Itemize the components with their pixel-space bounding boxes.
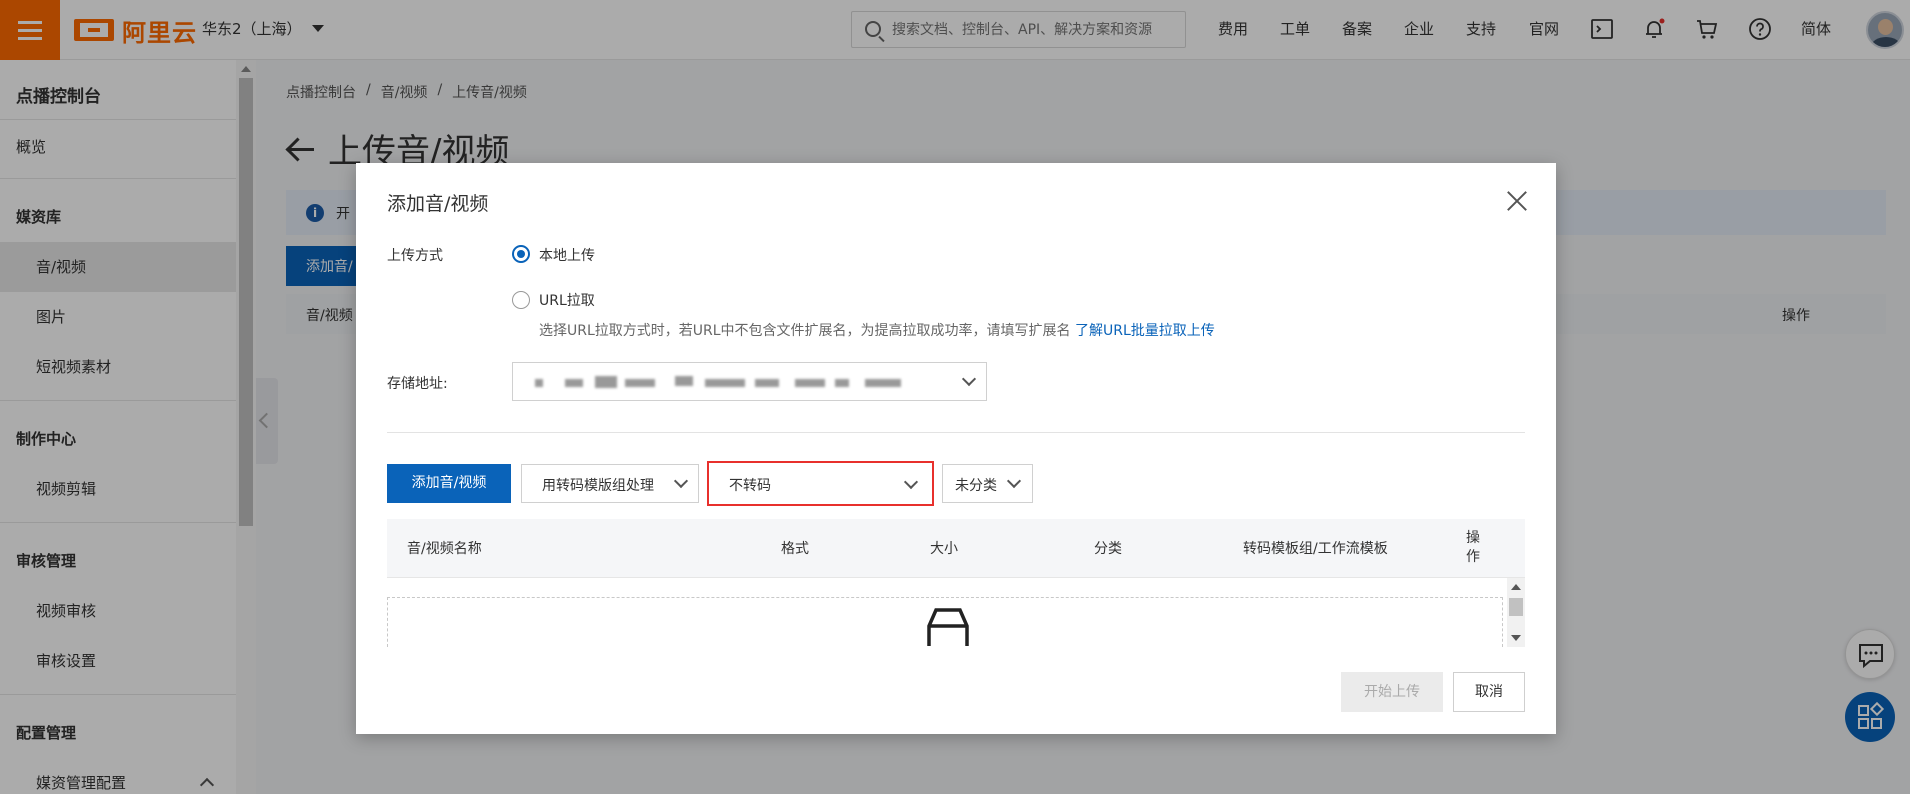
radio-url-pull[interactable]	[512, 291, 530, 309]
upload-tray-icon	[927, 608, 969, 646]
col-format: 格式	[781, 541, 809, 557]
url-batch-link[interactable]: 了解URL批量拉取上传	[1075, 323, 1215, 339]
scroll-down-icon[interactable]	[1511, 635, 1521, 641]
add-media-button[interactable]: 添加音/视频	[387, 464, 511, 503]
transcode-mode-value: 用转码模版组处理	[542, 478, 654, 494]
scroll-up-icon[interactable]	[1511, 584, 1521, 590]
close-icon[interactable]	[1505, 189, 1529, 213]
cancel-button[interactable]: 取消	[1453, 672, 1525, 712]
storage-select[interactable]	[512, 362, 987, 401]
url-hint: 选择URL拉取方式时，若URL中不包含文件扩展名，为提高拉取成功率，请填写扩展名…	[539, 320, 1215, 340]
url-hint-text: 选择URL拉取方式时，若URL中不包含文件扩展名，为提高拉取成功率，请填写扩展名	[539, 323, 1071, 339]
table-scrollbar[interactable]	[1507, 578, 1525, 647]
chevron-down-icon	[961, 371, 977, 387]
upload-dialog: 添加音/视频 上传方式 本地上传 URL拉取 选择URL拉取方式时，若URL中不…	[356, 163, 1556, 734]
dialog-title: 添加音/视频	[387, 193, 489, 215]
scroll-thumb[interactable]	[1509, 598, 1523, 616]
radio-url-pull-label[interactable]: URL拉取	[539, 290, 595, 310]
col-media-name: 音/视频名称	[407, 541, 482, 557]
file-drop-zone[interactable]	[387, 597, 1503, 647]
divider	[387, 432, 1525, 433]
category-value: 未分类	[955, 478, 997, 494]
transcode-mode-select[interactable]: 用转码模版组处理	[521, 464, 699, 503]
radio-local-upload-label[interactable]: 本地上传	[539, 245, 595, 265]
start-upload-button[interactable]: 开始上传	[1341, 672, 1443, 712]
category-select[interactable]: 未分类	[942, 464, 1033, 503]
col-template: 转码模板组/工作流模板	[1243, 541, 1388, 557]
storage-value-redacted	[535, 373, 935, 391]
transcode-template-select[interactable]: 不转码	[707, 461, 934, 506]
file-table-header: 音/视频名称 格式 大小 分类 转码模板组/工作流模板 操作	[387, 519, 1525, 578]
col-category: 分类	[1094, 541, 1122, 557]
radio-local-upload[interactable]	[512, 245, 530, 263]
col-size: 大小	[930, 541, 958, 557]
col-actions: 操作	[1466, 530, 1480, 565]
upload-mode-label: 上传方式	[387, 248, 443, 264]
storage-label: 存储地址:	[387, 376, 448, 392]
chevron-down-icon	[1006, 473, 1022, 489]
chevron-down-icon	[903, 474, 919, 490]
transcode-template-value: 不转码	[729, 478, 771, 494]
chevron-down-icon	[673, 473, 689, 489]
